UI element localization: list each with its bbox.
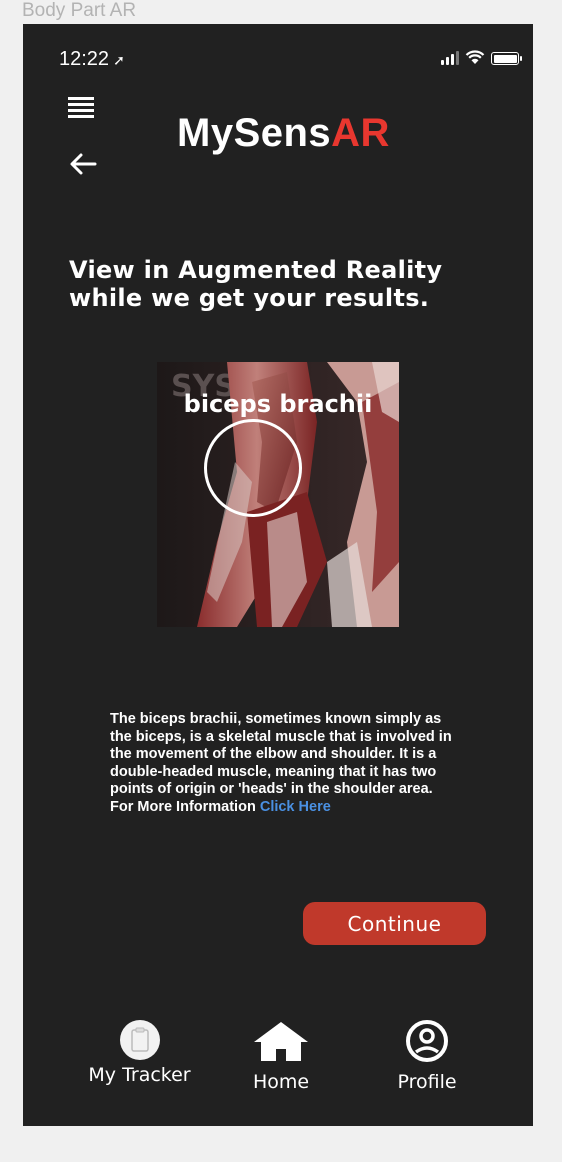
continue-button[interactable]: Continue [303,902,486,945]
ar-target-circle [204,419,302,517]
nav-home[interactable]: Home [241,1020,321,1093]
nav-my-tracker[interactable]: My Tracker [87,1020,192,1086]
battery-icon [491,52,522,65]
more-info-prefix: For More Information [110,798,260,815]
page-headline: View in Augmented Reality while we get y… [69,256,443,312]
hamburger-menu-icon[interactable] [68,97,94,119]
muscle-description: The biceps brachii, sometimes known simp… [110,711,460,816]
ar-muscle-label: biceps brachii [183,390,373,418]
frame-label: Body Part AR [22,0,137,21]
status-icons [441,50,522,65]
nav-profile-label: Profile [397,1071,457,1093]
wifi-icon [465,50,485,64]
home-icon [254,1022,308,1061]
logo-accent: AR [331,111,390,155]
nav-home-label: Home [252,1071,310,1093]
tracker-icon [119,1020,160,1060]
nav-profile[interactable]: Profile [387,1020,467,1093]
status-time-text: 12:22 [59,48,110,70]
status-time: 12:22 ➚ [59,48,125,71]
description-text: The biceps brachii, sometimes known simp… [110,711,452,797]
signal-icon [441,51,459,65]
click-here-link[interactable]: Click Here [260,799,331,815]
phone-screen: 12:22 ➚ MySensAR View in Augmented Realit… [23,24,533,1126]
location-arrow-icon: ➚ [113,52,125,68]
logo-main: MySens [177,111,332,155]
nav-my-tracker-label: My Tracker [88,1064,191,1086]
app-logo: MySensAR [177,111,390,156]
back-arrow-icon[interactable] [67,148,99,180]
profile-icon [406,1020,448,1062]
ar-muscle-view[interactable]: SYSTEM biceps brachii [157,362,399,627]
